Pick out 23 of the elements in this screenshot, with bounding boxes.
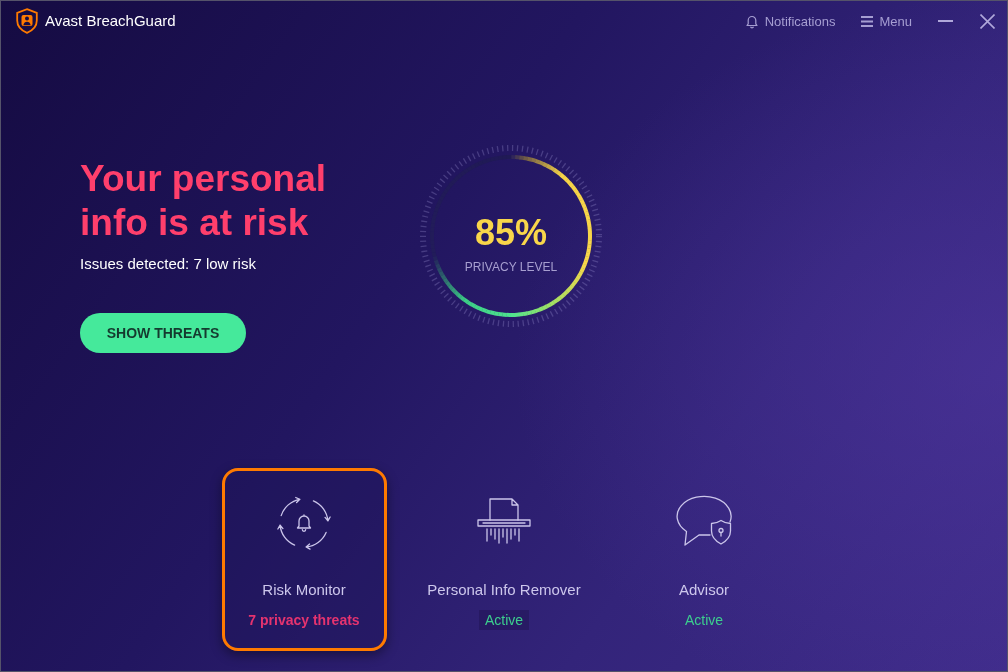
shield-logo-icon — [16, 8, 38, 34]
menu-button[interactable]: Menu — [861, 14, 912, 28]
feature-name: Advisor — [679, 580, 729, 600]
feature-status: Active — [683, 611, 725, 630]
feature-name: Personal Info Remover — [427, 580, 581, 600]
privacy-percent: 85% — [474, 213, 548, 253]
feature-tile[interactable]: Advisor Active — [621, 468, 787, 651]
bell-icon — [744, 13, 759, 29]
feature-tile[interactable]: Risk Monitor 7 privacy threats — [221, 468, 387, 651]
minimize-icon — [938, 20, 953, 22]
feature-status: 7 privacy threats — [247, 611, 361, 630]
menu-icon — [861, 15, 874, 27]
close-button[interactable] — [980, 13, 995, 29]
feature-tile[interactable]: Personal Info Remover Active — [421, 468, 587, 651]
issues-summary: Issues detected: 7 low risk — [80, 254, 257, 274]
show-threats-button[interactable]: SHOW THREATS — [80, 313, 246, 353]
headline: Your personal info is at risk — [80, 157, 328, 245]
close-icon — [980, 13, 995, 29]
privacy-level-label: PRIVACY LEVEL — [464, 260, 558, 274]
feature-name: Risk Monitor — [262, 580, 346, 600]
feature-status: Active — [478, 610, 530, 630]
notifications-button[interactable]: Notifications — [744, 13, 836, 29]
app-title: Avast BreachGuard — [45, 10, 176, 31]
